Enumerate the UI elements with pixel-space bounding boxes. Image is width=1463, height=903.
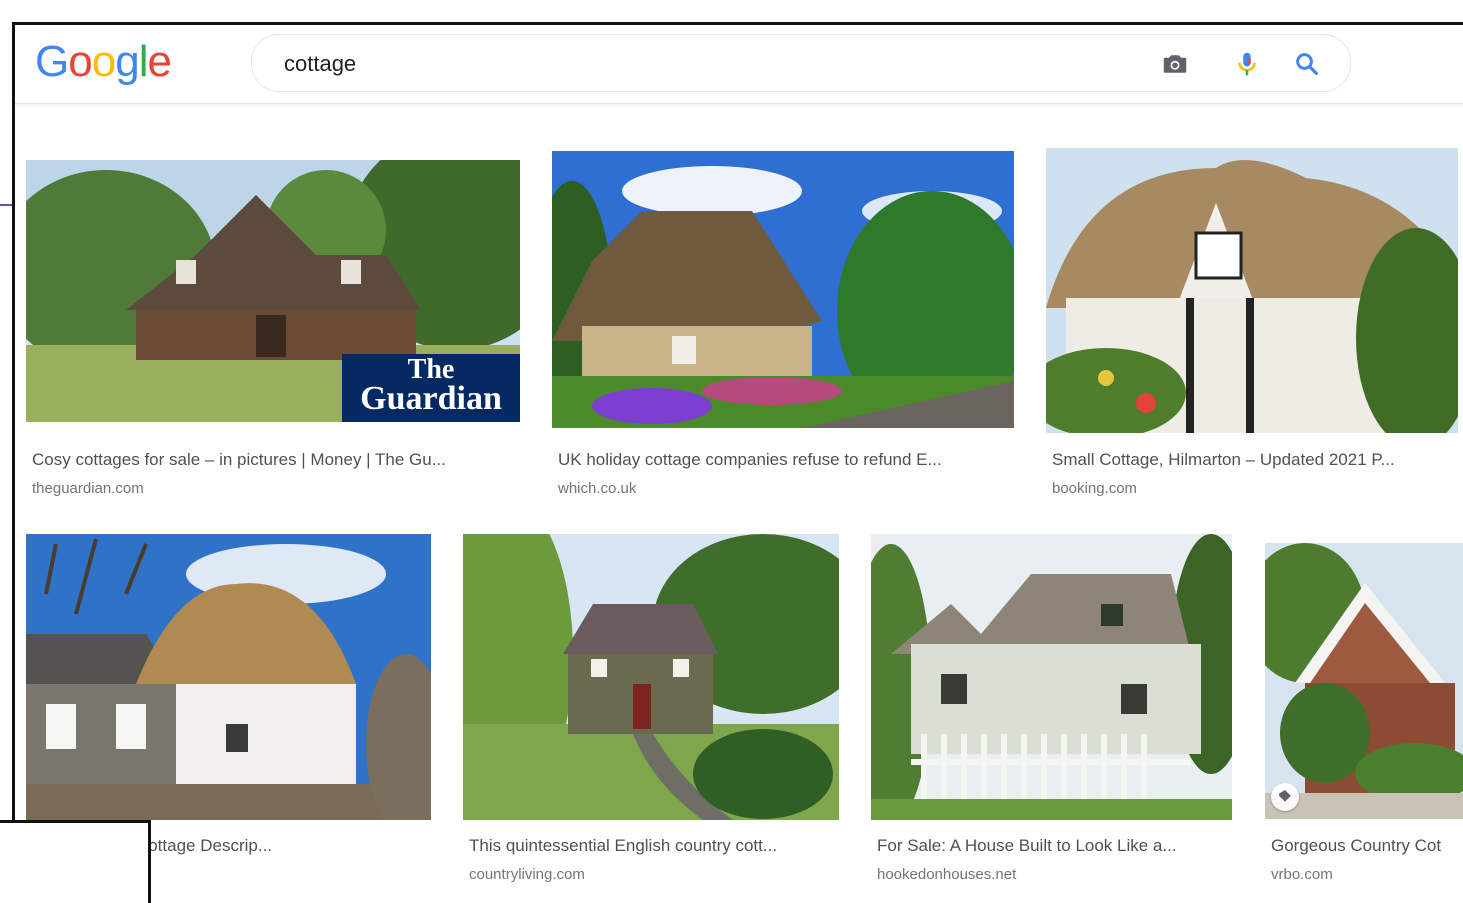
guardian-logo-line: The [407, 354, 455, 385]
image-result[interactable]: Small Cottage, Hilmarton – Updated 2021 … [1046, 148, 1458, 505]
frame-left-border [12, 22, 15, 822]
search-input[interactable] [282, 49, 1136, 79]
result-thumbnail[interactable] [26, 534, 431, 820]
search-bar [251, 34, 1351, 92]
result-source[interactable]: vrbo.com [1271, 866, 1333, 883]
result-title[interactable]: UK holiday cottage companies refuse to r… [558, 450, 1008, 470]
guardian-logo-line: Guardian [360, 380, 502, 417]
image-result[interactable]: The Guardian Cosy cottages for sale – in… [26, 160, 520, 505]
result-source[interactable]: theguardian.com [32, 480, 144, 497]
tag-icon [1271, 783, 1299, 811]
guardian-logo: The Guardian [342, 354, 520, 422]
google-logo[interactable]: Google [35, 37, 172, 87]
magnifier-icon[interactable] [1292, 49, 1322, 79]
result-thumbnail[interactable] [463, 534, 839, 820]
result-source[interactable]: booking.com [1052, 480, 1137, 497]
result-source[interactable]: which.co.uk [558, 480, 636, 497]
result-title[interactable]: This quintessential English country cott… [469, 836, 835, 856]
result-source[interactable]: countryliving.com [469, 866, 585, 883]
frame-accent-line [0, 204, 12, 206]
logo-letter: G [35, 37, 69, 86]
result-source[interactable]: hookedonhouses.net [877, 866, 1016, 883]
logo-letter: e [147, 37, 172, 86]
result-thumbnail[interactable]: The Guardian [26, 160, 520, 422]
camera-icon[interactable] [1160, 49, 1190, 79]
logo-letter: g [115, 37, 140, 86]
logo-letter: o [68, 37, 93, 86]
image-result[interactable]: UK holiday cottage companies refuse to r… [552, 151, 1014, 505]
result-title[interactable]: Cosy cottages for sale – in pictures | M… [32, 450, 516, 470]
result-thumbnail[interactable] [1265, 543, 1463, 819]
image-result[interactable]: For Sale: A House Built to Look Like a..… [871, 534, 1232, 886]
result-title[interactable]: For Sale: A House Built to Look Like a..… [877, 836, 1228, 856]
image-result[interactable]: Gorgeous Country Cot vrbo.com [1265, 534, 1463, 886]
search-header: Google [15, 25, 1463, 104]
result-title[interactable]: Small Cottage, Hilmarton – Updated 2021 … [1052, 450, 1452, 470]
microphone-icon[interactable] [1232, 49, 1262, 79]
result-thumbnail[interactable] [1046, 148, 1458, 433]
image-result[interactable]: This quintessential English country cott… [463, 534, 839, 886]
overlay-panel [0, 820, 151, 903]
result-thumbnail[interactable] [552, 151, 1014, 428]
result-thumbnail[interactable] [871, 534, 1232, 820]
result-title[interactable]: Gorgeous Country Cot [1271, 836, 1463, 856]
logo-letter: o [91, 37, 117, 86]
